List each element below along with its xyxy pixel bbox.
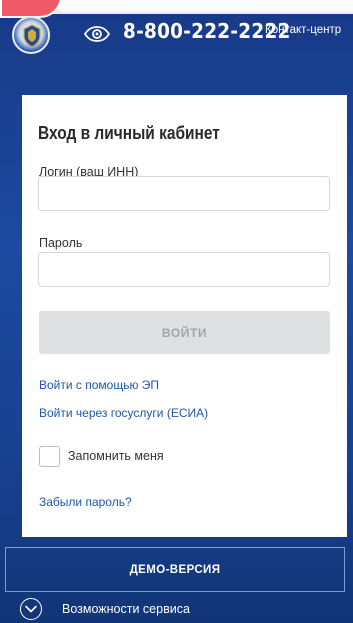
address-bar-area	[58, 0, 353, 12]
login-button[interactable]: ВОЙТИ	[39, 311, 330, 354]
password-input[interactable]	[38, 252, 330, 287]
remember-label: Запомнить меня	[68, 449, 164, 463]
remember-checkbox[interactable]	[39, 446, 60, 467]
eye-icon[interactable]	[83, 26, 111, 47]
login-esia-link[interactable]: Войти через госуслуги (ЕСИА)	[39, 406, 208, 420]
service-features-toggle[interactable]: Возможности сервиса	[20, 598, 320, 622]
login-ep-link[interactable]: Войти с помощью ЭП	[39, 378, 159, 392]
fns-emblem-icon[interactable]	[12, 16, 50, 54]
contact-center-link[interactable]: Контакт-центр	[265, 24, 341, 36]
login-input[interactable]	[38, 176, 330, 211]
forgot-password-link[interactable]: Забыли пароль?	[39, 495, 132, 509]
top-strip	[0, 0, 353, 18]
chevron-down-icon[interactable]	[20, 598, 42, 620]
page-title: Вход в личный кабинет	[38, 123, 220, 143]
features-label: Возможности сервиса	[62, 602, 190, 616]
demo-version-button[interactable]: ДЕМО-ВЕРСИЯ	[5, 547, 345, 592]
password-label: Пароль	[39, 236, 83, 250]
site-header: 8-800-222-2222 Контакт-центр	[0, 14, 353, 56]
login-card: Вход в личный кабинет Логин (ваш ИНН) Па…	[22, 95, 347, 537]
